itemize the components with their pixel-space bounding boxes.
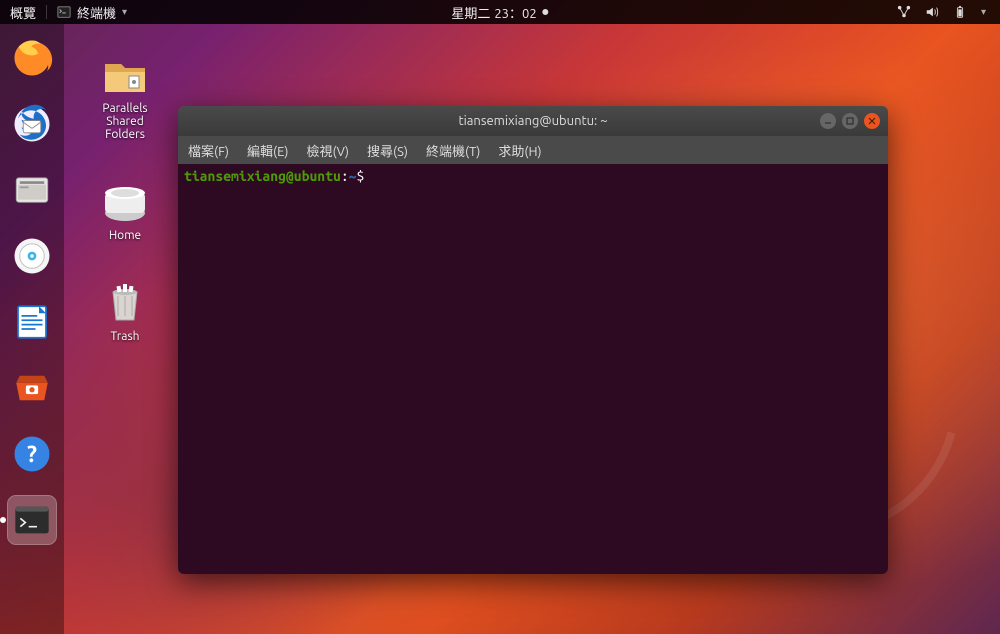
desktop-icon-label: Trash (110, 330, 139, 343)
chevron-down-icon[interactable]: ▾ (122, 6, 127, 18)
maximize-button[interactable] (842, 113, 858, 129)
menu-terminal[interactable]: 終端機(T) (426, 141, 480, 160)
separator (46, 5, 47, 19)
launcher-firefox[interactable] (8, 34, 56, 82)
launcher-rhythmbox[interactable] (8, 232, 56, 280)
terminal-menubar: 檔案(F) 編輯(E) 檢視(V) 搜尋(S) 終端機(T) 求助(H) (178, 136, 888, 164)
close-button[interactable] (864, 113, 880, 129)
folder-icon (101, 50, 149, 98)
clock-time: 23：02 (494, 3, 536, 22)
launcher-software[interactable] (8, 364, 56, 412)
active-app-name[interactable]: 終端機 (77, 3, 116, 22)
launcher-terminal[interactable] (8, 496, 56, 544)
menu-file[interactable]: 檔案(F) (188, 141, 229, 160)
network-icon[interactable] (897, 5, 911, 19)
volume-icon[interactable] (925, 5, 939, 19)
clock[interactable]: 星期二 23：02 (451, 3, 548, 22)
launcher-thunderbird[interactable] (8, 100, 56, 148)
prompt-symbol: $ (357, 168, 365, 184)
running-indicator-icon (0, 517, 6, 523)
launcher-dock: ? (0, 24, 64, 634)
window-title: tiansemixiang@ubuntu: ~ (458, 114, 607, 128)
launcher-libreoffice-writer[interactable] (8, 298, 56, 346)
minimize-button[interactable] (820, 113, 836, 129)
desktop-trash[interactable]: Trash (80, 278, 170, 343)
window-titlebar[interactable]: tiansemixiang@ubuntu: ~ (178, 106, 888, 136)
notification-dot-icon (543, 9, 549, 15)
menu-search[interactable]: 搜尋(S) (367, 141, 408, 160)
terminal-window: tiansemixiang@ubuntu: ~ 檔案(F) 編輯(E) 檢視(V… (178, 106, 888, 574)
desktop-icon-label: Parallels Shared Folders (102, 102, 147, 141)
desktop-icon-label: Home (109, 229, 141, 242)
battery-icon[interactable] (953, 5, 967, 19)
svg-text:?: ? (27, 442, 37, 467)
trash-icon (101, 278, 149, 326)
menu-edit[interactable]: 編輯(E) (247, 141, 288, 160)
drive-icon (101, 177, 149, 225)
terminal-body[interactable]: tiansemixiang@ubuntu:~$ (178, 164, 888, 574)
clock-date: 星期二 (451, 3, 490, 22)
terminal-icon (57, 5, 71, 19)
top-panel: 概覽 終端機 ▾ 星期二 23：02 ▾ (0, 0, 1000, 24)
activities-button[interactable]: 概覽 (10, 3, 36, 22)
launcher-help[interactable]: ? (8, 430, 56, 478)
desktop-home[interactable]: Home (80, 177, 170, 242)
prompt-path: ~ (349, 168, 357, 184)
prompt-userhost: tiansemixiang@ubuntu (184, 168, 341, 184)
system-menu-chevron-icon[interactable]: ▾ (981, 6, 986, 18)
menu-help[interactable]: 求助(H) (498, 141, 541, 160)
launcher-files[interactable] (8, 166, 56, 214)
desktop-parallels-folder[interactable]: Parallels Shared Folders (80, 50, 170, 141)
menu-view[interactable]: 檢視(V) (307, 141, 349, 160)
desktop-icons: Parallels Shared Folders Home Trash (80, 50, 170, 343)
prompt-colon: : (341, 168, 349, 184)
